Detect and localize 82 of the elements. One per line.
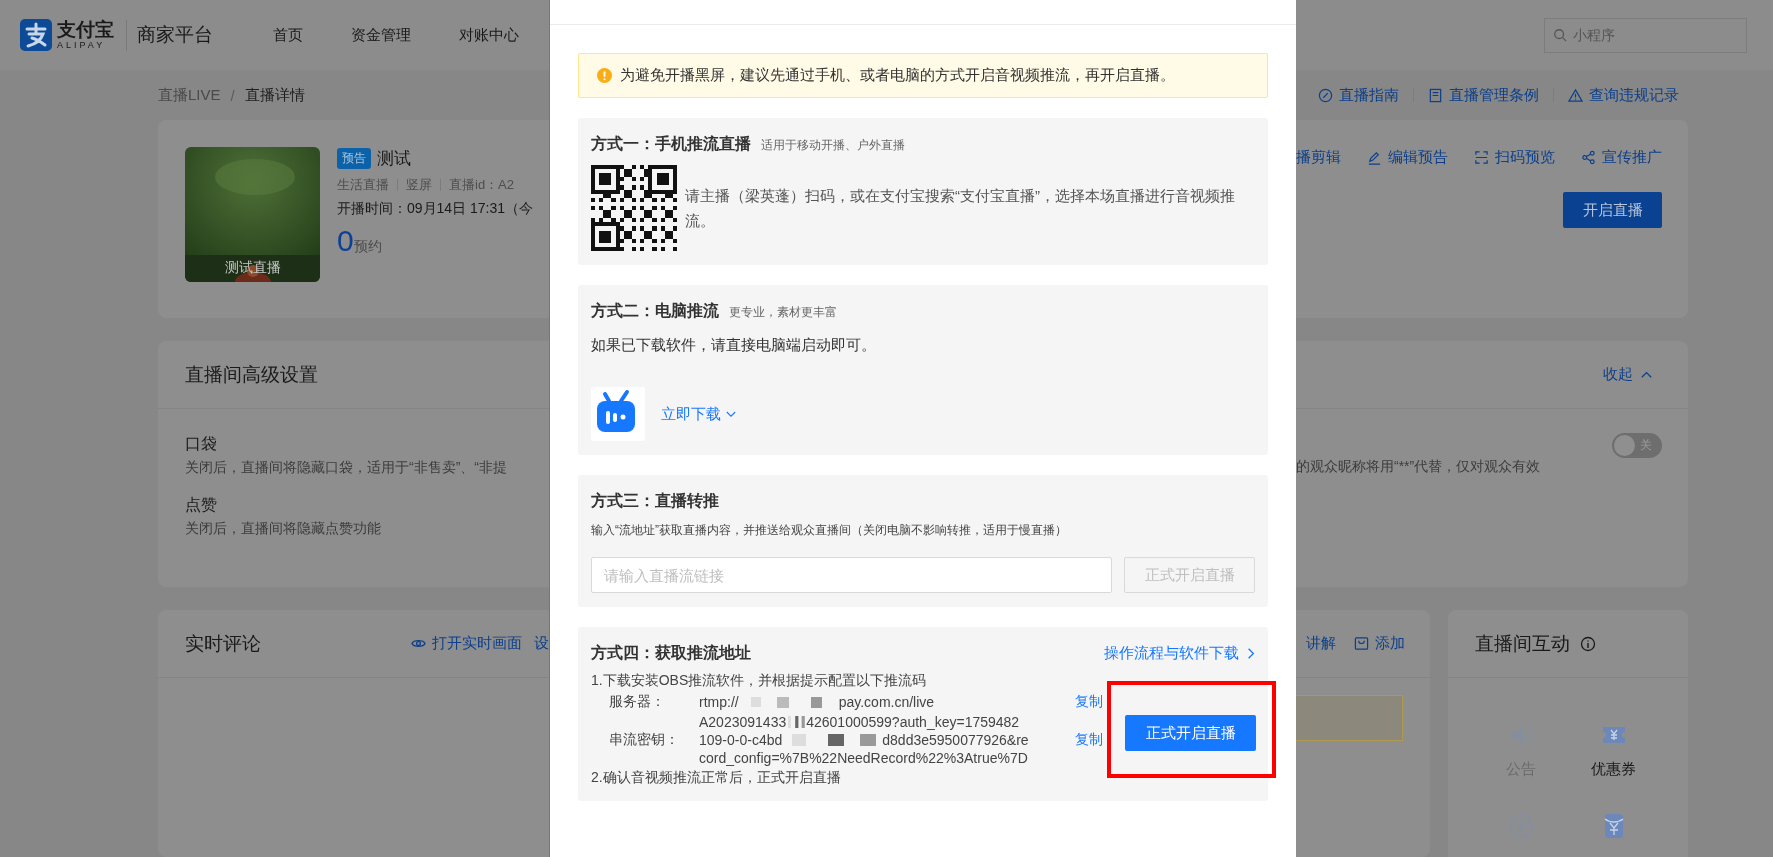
setting-name: 点赞: [185, 495, 218, 515]
field-label: 串流密钥：: [609, 731, 680, 749]
warning-icon: [1568, 87, 1583, 103]
copy-link[interactable]: 复制: [1075, 693, 1103, 711]
card-action-link[interactable]: 宣传推广: [1581, 148, 1662, 167]
nav-link[interactable]: 对账中心: [459, 25, 519, 45]
card-action-link[interactable]: 扫码预览: [1474, 148, 1555, 167]
comment-link[interactable]: 打开实时画面: [411, 634, 522, 653]
logo-name: 支付宝: [57, 19, 114, 40]
step-text: 2.确认音视频推流正常后，正式开启直播: [591, 769, 842, 787]
top-link[interactable]: 查询违规记录: [1568, 85, 1679, 105]
start-live-button[interactable]: 开启直播: [1563, 192, 1662, 228]
method-description: 请主播（梁英蓬）扫码，或在支付宝搜索“支付宝直播”，选择本场直播进行音视频推流。: [685, 186, 1236, 231]
method-title: 方式一：手机推流直播: [591, 134, 751, 154]
warning-icon: [597, 68, 612, 83]
method-title: 方式四：获取推流地址: [591, 643, 751, 663]
meta-text: 直播id：A2: [449, 176, 515, 194]
method-subtitle: 更专业，素材更丰富: [729, 304, 837, 321]
step-text: 1.下载安装OBS推流软件，并根据提示配置以下推流码: [591, 672, 928, 690]
comment-link[interactable]: 添加: [1354, 634, 1405, 653]
breadcrumb-link[interactable]: 直播LIVE: [158, 85, 221, 105]
card-title: 直播间互动: [1475, 631, 1570, 656]
method-title: 方式三：直播转推: [591, 491, 719, 511]
top-link[interactable]: 直播指南: [1318, 85, 1399, 105]
method-title: 方式二：电脑推流: [591, 301, 719, 321]
nav-link[interactable]: 首页: [273, 25, 303, 45]
guide-link[interactable]: 操作流程与软件下载: [1104, 644, 1255, 663]
setting-description: 关闭后，直播间将隐藏点赞功能: [185, 520, 382, 538]
field-label: 服务器：: [609, 693, 666, 711]
scan-icon: [1474, 150, 1489, 165]
stream-key-text: d8dd3e5950077926&re: [882, 732, 1029, 748]
stream-key-text: 109-0-0-c4bd: [699, 732, 783, 748]
comment-link[interactable]: 设: [534, 634, 549, 653]
method-description: 如果已下载软件，请直接电脑端启动即可。: [591, 335, 877, 355]
stream-key-text: cord_config=%7B%22NeedRecord%22%3Atrue%7D: [699, 750, 1028, 766]
setting-description: 的观众昵称将用“**”代替，仅对观众有效: [1296, 458, 1542, 476]
card-title: 直播间高级设置: [185, 362, 318, 387]
cover-caption: 测试直播: [223, 259, 282, 277]
live-title: 测试: [377, 148, 411, 170]
platform-title: 商家平台: [137, 23, 213, 47]
chevron-right-icon: [1247, 647, 1255, 660]
server-address: rtmp://: [699, 694, 739, 710]
bag-icon: [1354, 636, 1369, 651]
document-icon: [1428, 87, 1443, 103]
stream-url-field[interactable]: 请输入直播流链接: [591, 557, 1112, 593]
start-time: 开播时间：09月14日 17:31（今: [337, 200, 534, 218]
share-icon: [1581, 150, 1596, 165]
meta-text: 竖屏: [406, 176, 432, 194]
reserve-count: 0: [337, 224, 354, 258]
comment-link[interactable]: 讲解: [1306, 634, 1336, 653]
card-action-link[interactable]: 播剪辑: [1296, 148, 1341, 167]
setting-description: 关闭后，直播间将隐藏口袋，适用于“非售卖”、“非提: [185, 459, 508, 477]
method-subtitle: 适用于移动开播、户外直播: [761, 137, 905, 154]
collapse-link[interactable]: 收起: [1603, 365, 1654, 384]
breadcrumb-current: 直播详情: [244, 85, 305, 105]
start-live-button[interactable]: 正式开启直播: [1125, 715, 1256, 751]
search-icon: [1553, 27, 1567, 42]
logo-icon: [20, 19, 52, 51]
copy-link[interactable]: 复制: [1075, 731, 1103, 749]
app-icon: [591, 387, 645, 441]
reserve-label: 预约: [353, 238, 382, 256]
setting-name: 口袋: [185, 434, 218, 454]
chevron-down-icon: [726, 410, 736, 418]
method-description: 输入“流地址”获取直播内容，并推送给观众直播间（关闭电脑不影响转推，适用于慢直播）: [591, 522, 1068, 539]
stream-key-text: 42601000599?auth_key=1759482: [806, 714, 1020, 730]
alert-text: 为避免开播黑屏，建议先通过手机、或者电脑的方式开启音视频推流，再开启直播。: [620, 66, 1175, 85]
stream-key-text: A2023091433: [699, 714, 787, 730]
status-tag: 预告: [337, 148, 371, 169]
compass-icon: [1318, 87, 1333, 103]
top-link[interactable]: 直播管理条例: [1428, 85, 1539, 105]
download-link[interactable]: 立即下载: [661, 404, 736, 424]
card-action-link[interactable]: 编辑预告: [1367, 148, 1448, 167]
meta-text: 生活直播: [337, 176, 389, 194]
redaction-drawing: [786, 714, 807, 730]
server-address: pay.com.cn/live: [838, 694, 935, 710]
logo-subtitle: ALIPAY: [57, 39, 107, 51]
card-title: 实时评论: [185, 631, 261, 656]
pen-icon: [1367, 150, 1382, 165]
nav-link[interactable]: 资金管理: [351, 25, 411, 45]
breadcrumb-separator: /: [230, 86, 235, 104]
tool-label: 优惠券: [1591, 760, 1636, 779]
info-icon: [1580, 635, 1596, 652]
